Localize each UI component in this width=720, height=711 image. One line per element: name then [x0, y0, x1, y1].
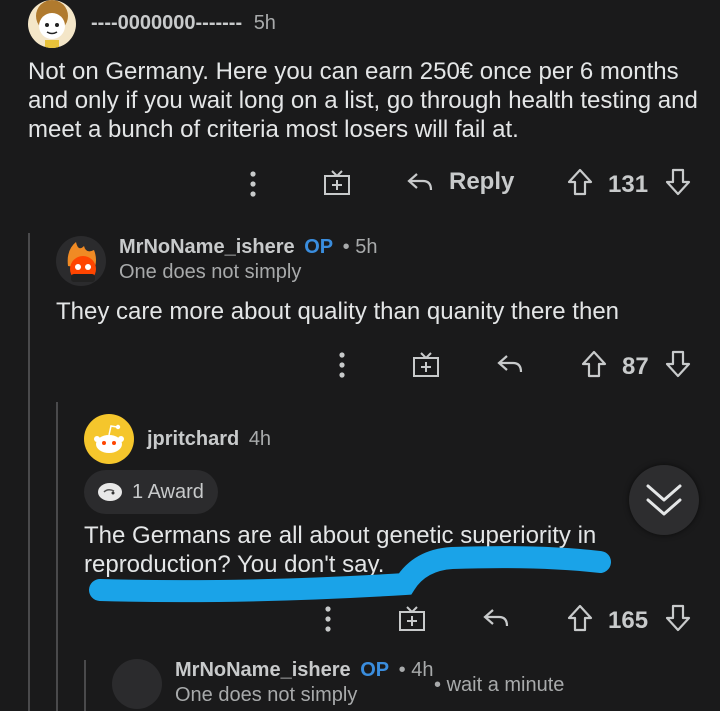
more-options-button[interactable] [244, 170, 262, 198]
meta-separator: • [434, 674, 442, 696]
avatar-icon [36, 0, 68, 48]
comment-author[interactable]: MrNoName_ishere [175, 659, 351, 681]
comment-body: The Germans are all about genetic superi… [84, 522, 597, 578]
reply-icon [483, 609, 509, 627]
thread-line[interactable] [84, 660, 86, 711]
upvote-icon [567, 168, 593, 196]
award-icon [98, 483, 122, 501]
give-award-button[interactable] [398, 604, 426, 632]
scroll-next-button[interactable] [629, 465, 699, 535]
vote-count: 87 [622, 353, 649, 380]
more-icon [339, 352, 345, 378]
gift-icon [324, 170, 350, 195]
award-count: 1 Award [132, 480, 204, 503]
downvote-button[interactable] [664, 604, 692, 632]
vote-count: 131 [608, 171, 649, 198]
reply-label: Reply [449, 168, 515, 195]
comment-time: 4h [248, 428, 272, 450]
gift-icon [413, 352, 439, 377]
comment-body: Not on Germany. Here you can earn 250€ o… [28, 58, 698, 143]
comment-time: 5h [355, 236, 378, 258]
upvote-icon [581, 350, 607, 378]
downvote-button[interactable] [664, 350, 692, 378]
downvote-icon [665, 604, 691, 632]
meta-separator: • [342, 236, 350, 258]
upvote-button[interactable] [566, 604, 594, 632]
avatar[interactable] [84, 414, 134, 464]
op-badge: OP [360, 659, 390, 681]
user-flair: One does not simply [175, 684, 358, 706]
collapsed-preview: wait a minute [446, 674, 565, 696]
reply-button[interactable] [482, 604, 510, 632]
reply-icon [497, 355, 523, 373]
comment-author[interactable]: MrNoName_ishere [119, 236, 295, 258]
avatar-icon [67, 242, 96, 282]
upvote-button[interactable] [580, 350, 608, 378]
reply-button[interactable] [496, 350, 524, 378]
chevron-down-icon [646, 484, 682, 516]
comment-time: 5h [253, 12, 276, 34]
meta-separator: • [398, 659, 406, 681]
vote-count: 165 [608, 607, 649, 634]
snoo-avatar-icon [94, 424, 124, 453]
upvote-button[interactable] [566, 168, 594, 196]
avatar[interactable] [56, 236, 106, 286]
comment-author[interactable]: jpritchard [147, 428, 239, 450]
give-award-button[interactable] [412, 350, 440, 378]
avatar[interactable] [28, 0, 76, 48]
downvote-icon [665, 168, 691, 196]
op-badge: OP [304, 236, 334, 258]
comment-body: They care more about quality than quanit… [56, 298, 620, 325]
reply-button[interactable]: Reply [406, 168, 514, 196]
more-icon [250, 171, 256, 197]
thread-line[interactable] [28, 233, 30, 711]
user-flair: One does not simply [119, 261, 302, 283]
comment-author[interactable]: ----0000000------- [91, 12, 242, 34]
more-icon [325, 606, 331, 632]
upvote-icon [567, 604, 593, 632]
award-pill[interactable]: 1 Award [84, 470, 218, 514]
more-options-button[interactable] [333, 351, 351, 379]
give-award-button[interactable] [323, 168, 351, 196]
avatar[interactable] [112, 659, 162, 709]
downvote-button[interactable] [664, 168, 692, 196]
more-options-button[interactable] [319, 605, 337, 633]
comment-time: 4h [411, 659, 434, 681]
thread-line[interactable] [56, 402, 58, 711]
reply-icon [407, 173, 433, 191]
gift-icon [399, 606, 425, 631]
downvote-icon [665, 350, 691, 378]
